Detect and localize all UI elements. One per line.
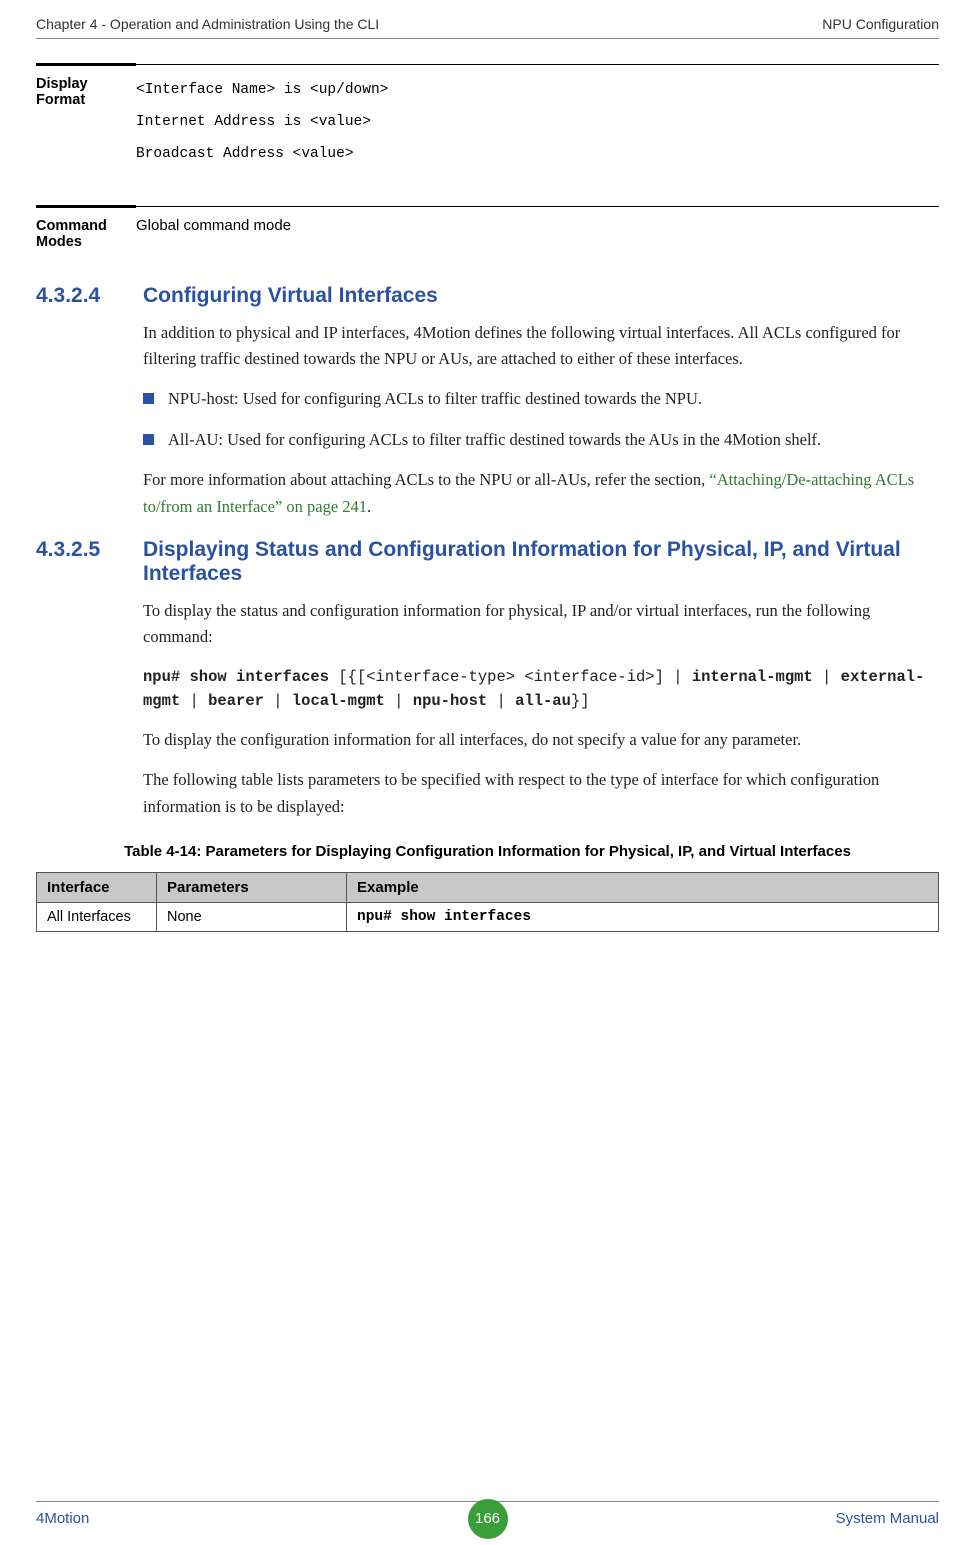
bullet-square-icon [143, 434, 154, 445]
def-label: Command Modes [36, 206, 136, 266]
bullet-item: NPU-host: Used for configuring ACLs to f… [143, 386, 939, 412]
section-number: 4.3.2.4 [36, 284, 143, 308]
page-header: Chapter 4 - Operation and Administration… [0, 0, 975, 38]
table-header-row: Interface Parameters Example [37, 873, 939, 903]
paragraph: In addition to physical and IP interface… [143, 320, 939, 373]
paragraph: To display the status and configuration … [143, 598, 939, 651]
def-content: Global command mode [136, 206, 939, 266]
section-heading-4-3-2-5: 4.3.2.5 Displaying Status and Configurat… [36, 538, 939, 586]
header-right: NPU Configuration [822, 16, 939, 32]
table-cell: None [157, 903, 347, 932]
paragraph: To display the configuration information… [143, 727, 939, 753]
section-heading-4-3-2-4: 4.3.2.4 Configuring Virtual Interfaces [36, 284, 939, 308]
paragraph: The following table lists parameters to … [143, 767, 939, 820]
section-title: Configuring Virtual Interfaces [143, 284, 438, 308]
header-left: Chapter 4 - Operation and Administration… [36, 16, 379, 32]
table-header: Interface [37, 873, 157, 903]
command-example: npu# show interfaces [{[<interface-type>… [143, 665, 939, 713]
section-number: 4.3.2.5 [36, 538, 143, 586]
table-cell-code: npu# show interfaces [347, 903, 939, 932]
page-footer: 4Motion 166 System Manual [36, 1501, 939, 1527]
table-header: Example [347, 873, 939, 903]
def-content: <Interface Name> is <up/down> Internet A… [136, 65, 939, 187]
footer-right: System Manual [836, 1510, 939, 1527]
footer-left: 4Motion [36, 1510, 89, 1527]
definition-table-display-format: Display Format <Interface Name> is <up/d… [36, 63, 939, 187]
parameters-table: Interface Parameters Example All Interfa… [36, 872, 939, 932]
table-caption: Table 4-14: Parameters for Displaying Co… [36, 842, 939, 862]
bullet-item: All-AU: Used for configuring ACLs to fil… [143, 427, 939, 453]
table-header: Parameters [157, 873, 347, 903]
table-row: All Interfaces None npu# show interfaces [37, 903, 939, 932]
definition-table-command-modes: Command Modes Global command mode [36, 205, 939, 266]
paragraph: For more information about attaching ACL… [143, 467, 939, 520]
bullet-text: All-AU: Used for configuring ACLs to fil… [168, 427, 821, 453]
bullet-square-icon [143, 393, 154, 404]
page-content: Display Format <Interface Name> is <up/d… [0, 63, 975, 932]
section-title: Displaying Status and Configuration Info… [143, 538, 939, 586]
table-cell: All Interfaces [37, 903, 157, 932]
header-rule [36, 38, 939, 39]
page-number-badge: 166 [468, 1499, 508, 1539]
bullet-text: NPU-host: Used for configuring ACLs to f… [168, 386, 702, 412]
def-label: Display Format [36, 65, 136, 187]
